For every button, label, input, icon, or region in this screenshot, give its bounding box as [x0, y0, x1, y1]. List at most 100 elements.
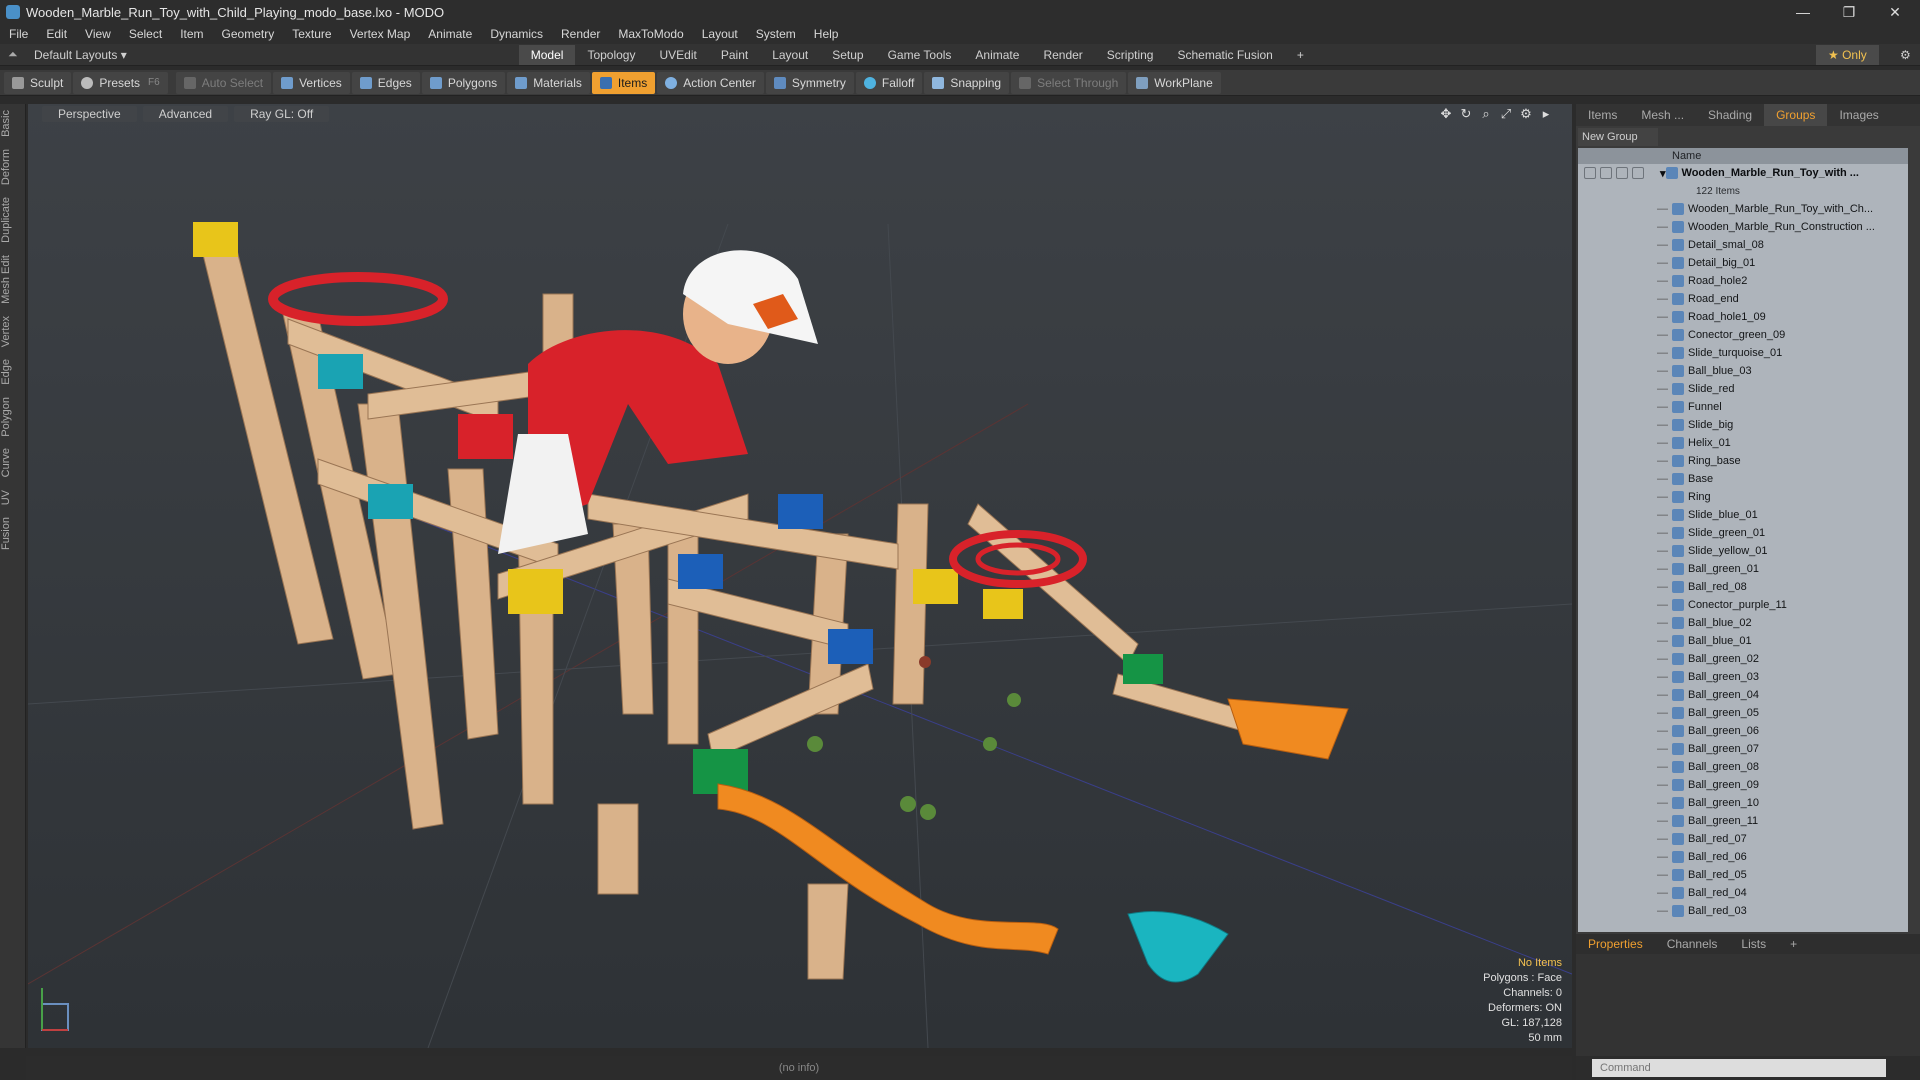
tab-topology[interactable]: Topology: [575, 45, 647, 65]
outliner-item[interactable]: — Ball_blue_02: [1578, 614, 1908, 632]
rotate-view-icon[interactable]: ↻: [1458, 106, 1474, 122]
auto-select-button[interactable]: Auto Select: [175, 71, 272, 94]
outliner-item[interactable]: — Ball_red_03: [1578, 902, 1908, 920]
outliner-item[interactable]: — Ring_base: [1578, 452, 1908, 470]
tab-images[interactable]: Images: [1827, 108, 1890, 122]
outliner-item[interactable]: — Ball_red_05: [1578, 866, 1908, 884]
outliner-item[interactable]: — Road_end: [1578, 290, 1908, 308]
outliner-item[interactable]: — Base: [1578, 470, 1908, 488]
lock-icon[interactable]: [1600, 167, 1612, 179]
tab-scripting[interactable]: Scripting: [1095, 45, 1166, 65]
tab-layout[interactable]: Layout: [760, 45, 820, 65]
outliner-item[interactable]: — Ball_green_08: [1578, 758, 1908, 776]
tab-fusion[interactable]: Fusion: [0, 511, 26, 556]
raygl-toggle[interactable]: Ray GL: Off: [234, 106, 330, 122]
command-input[interactable]: [1592, 1059, 1886, 1077]
select-through-button[interactable]: Select Through: [1011, 71, 1127, 94]
tab-setup[interactable]: Setup: [820, 45, 875, 65]
outliner-item[interactable]: — Wooden_Marble_Run_Toy_with_Ch...: [1578, 200, 1908, 218]
vertices-button[interactable]: Vertices: [273, 71, 350, 94]
maximize-button[interactable]: ❐: [1826, 0, 1872, 24]
only-toggle[interactable]: ★ Only: [1816, 44, 1879, 65]
outliner-item[interactable]: — Ball_green_11: [1578, 812, 1908, 830]
outliner-item[interactable]: — Road_hole1_09: [1578, 308, 1908, 326]
outliner-item[interactable]: — Wooden_Marble_Run_Construction ...: [1578, 218, 1908, 236]
tab-model[interactable]: Model: [518, 44, 576, 65]
outliner-item[interactable]: — Slide_green_01: [1578, 524, 1908, 542]
outliner-item[interactable]: — Ball_red_07: [1578, 830, 1908, 848]
menu-dynamics[interactable]: Dynamics: [481, 27, 552, 41]
edges-button[interactable]: Edges: [351, 71, 420, 94]
tab-items[interactable]: Items: [1576, 108, 1629, 122]
menu-item[interactable]: Item: [171, 27, 212, 41]
menu-texture[interactable]: Texture: [283, 27, 340, 41]
tab-duplicate[interactable]: Duplicate: [0, 191, 26, 249]
3d-viewport[interactable]: [28, 104, 1572, 1048]
tab-channels[interactable]: Channels: [1655, 937, 1730, 951]
viewport-settings-icon[interactable]: ⚙: [1518, 106, 1534, 122]
layout-pin-icon[interactable]: ⏶: [8, 47, 22, 62]
menu-view[interactable]: View: [76, 27, 120, 41]
menu-system[interactable]: System: [747, 27, 805, 41]
snapping-button[interactable]: Snapping: [924, 71, 1010, 94]
tab-groups[interactable]: Groups: [1764, 104, 1828, 126]
outliner-item[interactable]: — Detail_big_01: [1578, 254, 1908, 272]
tab-polygon[interactable]: Polygon: [0, 391, 26, 443]
outliner-item[interactable]: — Ball_red_08: [1578, 578, 1908, 596]
settings-gear-icon[interactable]: ⚙: [1888, 45, 1920, 65]
outliner-item[interactable]: — Detail_smal_08: [1578, 236, 1908, 254]
menu-layout[interactable]: Layout: [693, 27, 747, 41]
tab-properties[interactable]: Properties: [1576, 937, 1655, 951]
move-view-icon[interactable]: ✥: [1438, 106, 1454, 122]
tab-schematic-fusion[interactable]: Schematic Fusion: [1165, 45, 1284, 65]
eye-icon[interactable]: [1584, 167, 1596, 179]
outliner-item[interactable]: — Ball_green_01: [1578, 560, 1908, 578]
outliner-item[interactable]: — Ring: [1578, 488, 1908, 506]
menu-geometry[interactable]: Geometry: [213, 27, 284, 41]
outliner-item[interactable]: — Slide_yellow_01: [1578, 542, 1908, 560]
tab-lists[interactable]: Lists: [1729, 937, 1778, 951]
outliner-item[interactable]: — Ball_green_04: [1578, 686, 1908, 704]
menu-maxtomodo[interactable]: MaxToModo: [609, 27, 692, 41]
outliner-item[interactable]: — Ball_green_02: [1578, 650, 1908, 668]
menu-edit[interactable]: Edit: [37, 27, 76, 41]
menu-select[interactable]: Select: [120, 27, 171, 41]
tab-paint[interactable]: Paint: [709, 45, 760, 65]
outliner-item[interactable]: — Ball_green_07: [1578, 740, 1908, 758]
outliner-item[interactable]: — Helix_01: [1578, 434, 1908, 452]
select-icon[interactable]: [1616, 167, 1628, 179]
tab-game-tools[interactable]: Game Tools: [876, 45, 964, 65]
outliner-item[interactable]: — Ball_green_05: [1578, 704, 1908, 722]
tab-render[interactable]: Render: [1031, 45, 1094, 65]
group-row[interactable]: ▾ Wooden_Marble_Run_Toy_with ...: [1578, 164, 1908, 182]
tab-curve[interactable]: Curve: [0, 442, 26, 483]
presets-button[interactable]: Presets F6: [73, 71, 168, 94]
outliner-item[interactable]: — Ball_green_10: [1578, 794, 1908, 812]
perspective-dropdown[interactable]: Perspective: [42, 106, 137, 122]
menu-file[interactable]: File: [0, 27, 37, 41]
items-button[interactable]: Items: [591, 71, 656, 94]
action-center-button[interactable]: Action Center: [657, 71, 764, 94]
tab-basic[interactable]: Basic: [0, 104, 26, 143]
tab-uvedit[interactable]: UVEdit: [647, 45, 708, 65]
tab-mesh-edit[interactable]: Mesh Edit: [0, 249, 26, 310]
sculpt-button[interactable]: Sculpt: [4, 71, 72, 94]
add-tab-button[interactable]: +: [1285, 45, 1316, 65]
fit-view-icon[interactable]: ⤢: [1498, 106, 1514, 122]
outliner-item[interactable]: — Slide_big: [1578, 416, 1908, 434]
zoom-view-icon[interactable]: ⌕: [1478, 106, 1494, 122]
outliner-item[interactable]: — Slide_turquoise_01: [1578, 344, 1908, 362]
workplane-button[interactable]: WorkPlane: [1128, 71, 1221, 94]
outliner-item[interactable]: — Conector_green_09: [1578, 326, 1908, 344]
outliner-item[interactable]: — Ball_red_04: [1578, 884, 1908, 902]
outliner-item[interactable]: — Ball_green_03: [1578, 668, 1908, 686]
outliner-item[interactable]: — Slide_red: [1578, 380, 1908, 398]
menu-render[interactable]: Render: [552, 27, 609, 41]
tab-uv[interactable]: UV: [0, 484, 26, 511]
outliner-item[interactable]: — Ball_green_06: [1578, 722, 1908, 740]
add-panel-tab-button[interactable]: +: [1778, 937, 1809, 951]
outliner-item[interactable]: — Slide_blue_01: [1578, 506, 1908, 524]
render-icon[interactable]: [1632, 167, 1644, 179]
viewport-expand-icon[interactable]: ▸: [1538, 106, 1554, 122]
outliner-item[interactable]: — Ball_red_06: [1578, 848, 1908, 866]
